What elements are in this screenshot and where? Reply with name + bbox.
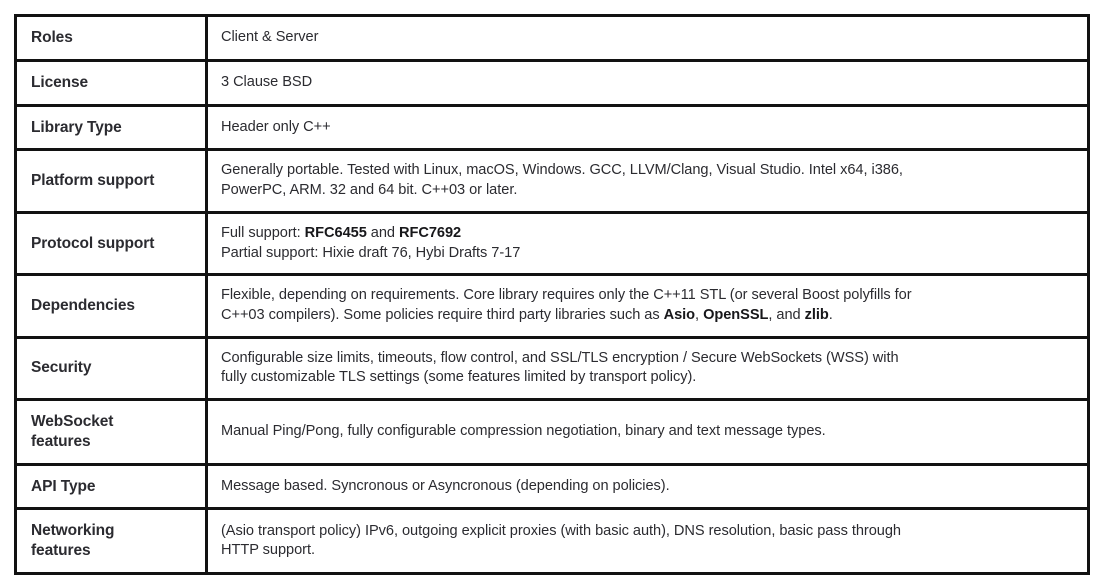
row-value-cell: Generally portable. Tested with Linux, m… bbox=[205, 148, 1090, 214]
row-label-text: features bbox=[31, 432, 91, 450]
row-value-emphasis: OpenSSL bbox=[703, 306, 769, 323]
row-label-text: features bbox=[31, 542, 91, 560]
row-label-cell: Platform support bbox=[14, 148, 208, 214]
row-value-line: fully customizable TLS settings (some fe… bbox=[221, 368, 1077, 388]
row-label-text: Library Type bbox=[31, 118, 122, 136]
row-value-emphasis: RFC6455 bbox=[304, 224, 367, 241]
row-value-cell: 3 Clause BSD bbox=[205, 58, 1090, 107]
table-row: Dependencies Flexible, depending on requi… bbox=[14, 273, 1090, 339]
row-value-line: (Asio transport policy) IPv6, outgoing e… bbox=[221, 522, 1077, 542]
row-label-text: Platform support bbox=[31, 172, 155, 190]
table-row: Security Configurable size limits, timeou… bbox=[14, 335, 1090, 401]
row-value-line: Message based. Syncronous or Asyncronous… bbox=[221, 477, 1077, 497]
row-label-cell: License bbox=[14, 58, 208, 107]
row-label-text: WebSocket bbox=[31, 412, 114, 430]
row-label-cell: Roles bbox=[14, 14, 208, 62]
table-row: API Type Message based. Syncronous or Asy… bbox=[14, 462, 1090, 511]
row-value-line: Partial support: Hixie draft 76, Hybi Dr… bbox=[221, 244, 1077, 264]
row-value-emphasis: zlib bbox=[804, 306, 829, 323]
row-value-text: Generally portable. Tested with Linux, m… bbox=[221, 162, 903, 179]
row-label-cell: WebSocket features bbox=[14, 397, 208, 466]
row-value-line: C++03 compilers). Some policies require … bbox=[221, 306, 1077, 326]
row-label-text: Networking bbox=[31, 522, 115, 540]
table-row: Protocol support Full support: RFC6455 an… bbox=[14, 210, 1090, 277]
row-value-text: Full support: bbox=[221, 224, 305, 241]
row-value-cell: Manual Ping/Pong, fully configurable com… bbox=[205, 397, 1090, 466]
row-label-text: Protocol support bbox=[31, 234, 155, 252]
row-value-text: Header only C++ bbox=[221, 118, 331, 135]
table-row: Platform support Generally portable. Test… bbox=[14, 148, 1090, 214]
row-value-line: Full support: RFC6455 and RFC7692 bbox=[221, 224, 1077, 244]
specification-table: Roles Client & Server License 3 Clause BSD L… bbox=[14, 14, 1090, 576]
row-value-text: . bbox=[828, 306, 833, 323]
row-value-line: Generally portable. Tested with Linux, m… bbox=[221, 161, 1077, 181]
row-value-text: , bbox=[695, 306, 704, 323]
table-row: Networking features (Asio transport policy… bbox=[14, 507, 1090, 576]
row-value-cell: Flexible, depending on requirements. Cor… bbox=[205, 273, 1090, 339]
row-value-text: Client & Server bbox=[221, 29, 319, 46]
row-value-text: Manual Ping/Pong, fully configurable com… bbox=[221, 422, 826, 439]
row-value-cell: (Asio transport policy) IPv6, outgoing e… bbox=[205, 507, 1090, 576]
row-value-cell: Configurable size limits, timeouts, flow… bbox=[205, 335, 1090, 401]
table-row: Library Type Header only C++ bbox=[14, 103, 1090, 152]
row-value-line: Manual Ping/Pong, fully configurable com… bbox=[221, 422, 1077, 442]
row-value-text: fully customizable TLS settings (some fe… bbox=[221, 369, 697, 386]
row-label-text: Roles bbox=[31, 29, 73, 46]
row-value-text: Flexible, depending on requirements. Cor… bbox=[221, 287, 912, 304]
row-value-text: C++03 compilers). Some policies require … bbox=[221, 306, 664, 323]
row-value-emphasis: RFC7692 bbox=[398, 224, 462, 241]
row-value-text: Configurable size limits, timeouts, flow… bbox=[221, 349, 899, 366]
row-value-text: Partial support: Hixie draft 76, Hybi Dr… bbox=[221, 244, 521, 261]
row-label-text: License bbox=[31, 73, 89, 91]
row-label-cell: Security bbox=[14, 335, 208, 401]
row-label-cell: Protocol support bbox=[14, 210, 208, 277]
table-row: Roles Client & Server bbox=[14, 14, 1090, 62]
row-value-text: and bbox=[366, 224, 399, 241]
row-value-cell: Full support: RFC6455 and RFC7692 Partial… bbox=[205, 210, 1090, 277]
row-value-cell: Message based. Syncronous or Asyncronous… bbox=[205, 462, 1090, 511]
row-value-text: (Asio transport policy) IPv6, outgoing e… bbox=[221, 522, 901, 539]
row-value-line: Header only C++ bbox=[221, 118, 1077, 138]
table-row: WebSocket features Manual Ping/Pong, fully… bbox=[14, 397, 1090, 466]
row-value-text: Message based. Syncronous or Asyncronous… bbox=[221, 477, 670, 494]
row-label-cell: Networking features bbox=[14, 507, 208, 576]
row-label-text: Security bbox=[31, 359, 92, 377]
row-label-cell: Dependencies bbox=[14, 273, 208, 339]
row-value-line: Client & Server bbox=[221, 28, 1077, 48]
row-label-cell: API Type bbox=[14, 462, 208, 511]
row-value-line: Configurable size limits, timeouts, flow… bbox=[221, 349, 1077, 369]
row-value-cell: Client & Server bbox=[205, 14, 1090, 62]
row-value-emphasis: Asio bbox=[663, 306, 696, 323]
row-label-cell: Library Type bbox=[14, 103, 208, 152]
row-value-text: PowerPC, ARM. 32 and 64 bit. C++03 or la… bbox=[221, 182, 518, 199]
table-row: License 3 Clause BSD bbox=[14, 58, 1090, 107]
row-value-line: 3 Clause BSD bbox=[221, 73, 1077, 93]
row-label-text: API Type bbox=[31, 477, 96, 495]
row-value-line: Flexible, depending on requirements. Cor… bbox=[221, 286, 1077, 306]
row-value-text: , and bbox=[768, 306, 805, 323]
specification-table-container: Roles Client & Server License 3 Clause BSD L… bbox=[0, 0, 1102, 576]
row-value-line: PowerPC, ARM. 32 and 64 bit. C++03 or la… bbox=[221, 181, 1077, 201]
row-value-text: HTTP support. bbox=[221, 542, 315, 559]
row-value-cell: Header only C++ bbox=[205, 103, 1090, 152]
row-label-text: Dependencies bbox=[31, 297, 135, 314]
row-value-text: 3 Clause BSD bbox=[221, 73, 313, 90]
row-value-line: HTTP support. bbox=[221, 541, 1077, 561]
specification-table-body: Roles Client & Server License 3 Clause BSD L… bbox=[14, 14, 1090, 576]
